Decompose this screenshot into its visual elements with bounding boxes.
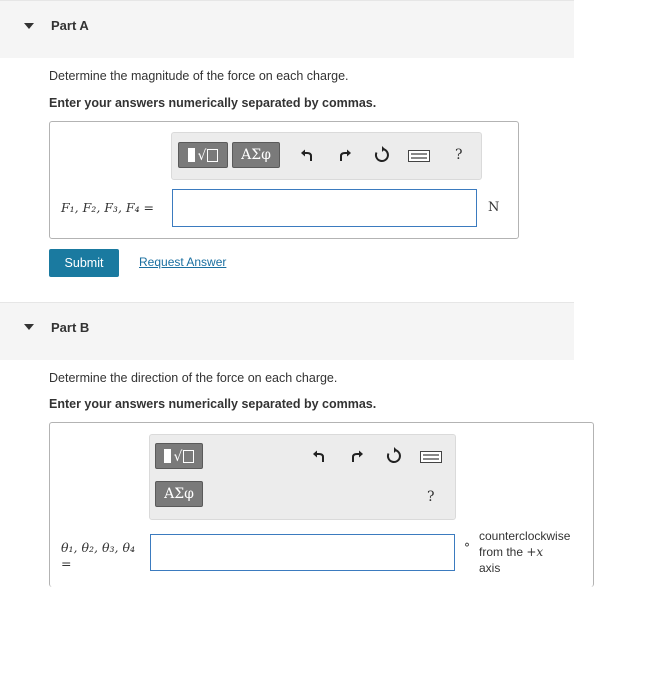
reset-icon[interactable]: [373, 146, 391, 164]
part-a-unit: N: [488, 200, 500, 215]
part-a-question: Determine the magnitude of the force on …: [49, 69, 349, 83]
part-a-header[interactable]: Part A: [0, 0, 574, 58]
redo-icon[interactable]: [348, 448, 366, 466]
part-b-header[interactable]: Part B: [0, 302, 574, 360]
part-b-answer-input[interactable]: [150, 534, 455, 571]
help-icon[interactable]: ?: [455, 147, 463, 163]
part-a-answer-box: √ ΑΣφ ? F₁, F₂, F₃, F₄ = N: [49, 121, 519, 239]
part-b-instruction: Enter your answers numerically separated…: [49, 397, 377, 411]
redo-icon[interactable]: [336, 147, 354, 165]
part-a-variable-label: F₁, F₂, F₃, F₄ =: [61, 200, 155, 215]
sqrt-icon: √: [173, 448, 183, 465]
part-b-question: Determine the direction of the force on …: [49, 371, 338, 385]
request-answer-link[interactable]: Request Answer: [139, 255, 226, 269]
degree-symbol: °: [464, 541, 470, 555]
box-icon: [207, 148, 219, 162]
keyboard-icon[interactable]: [420, 448, 442, 466]
templates-button[interactable]: √: [155, 443, 203, 469]
part-b-answer-box: √ ΑΣφ ? θ₁, θ₂, θ₃, θ₄ = ° counterclockw…: [49, 422, 594, 587]
math-toolbar: √ ΑΣφ ?: [171, 132, 482, 180]
part-b-equals: =: [61, 556, 72, 571]
part-a-title: Part A: [51, 18, 89, 33]
square-icon: [163, 449, 171, 463]
help-icon[interactable]: ?: [427, 489, 435, 505]
part-b-unit: counterclockwise from the +x axis: [479, 528, 570, 576]
unit-line-3: axis: [479, 561, 501, 575]
part-b-title: Part B: [51, 320, 90, 335]
reset-icon[interactable]: [385, 447, 403, 465]
submit-button[interactable]: Submit: [49, 249, 119, 277]
unit-line-2: from the +x: [479, 544, 570, 560]
part-b-variable-label: θ₁, θ₂, θ₃, θ₄: [61, 540, 135, 555]
part-a-instruction: Enter your answers numerically separated…: [49, 96, 377, 110]
caret-down-icon[interactable]: [24, 23, 34, 29]
caret-down-icon[interactable]: [24, 324, 34, 330]
sqrt-icon: √: [197, 147, 207, 164]
unit-line-1: counterclockwise: [479, 529, 571, 543]
greek-symbols-button[interactable]: ΑΣφ: [155, 481, 203, 507]
unit-line-2-math: +x: [526, 545, 544, 559]
undo-icon[interactable]: [310, 448, 328, 466]
square-icon: [187, 148, 195, 162]
undo-icon[interactable]: [298, 147, 316, 165]
templates-button[interactable]: √: [178, 142, 228, 168]
math-toolbar: √ ΑΣφ ?: [149, 434, 456, 520]
box-icon: [183, 449, 195, 463]
greek-symbols-button[interactable]: ΑΣφ: [232, 142, 280, 168]
keyboard-icon[interactable]: [408, 147, 430, 165]
part-a-answer-input[interactable]: [172, 189, 477, 227]
unit-line-2-prefix: from the: [479, 545, 527, 559]
